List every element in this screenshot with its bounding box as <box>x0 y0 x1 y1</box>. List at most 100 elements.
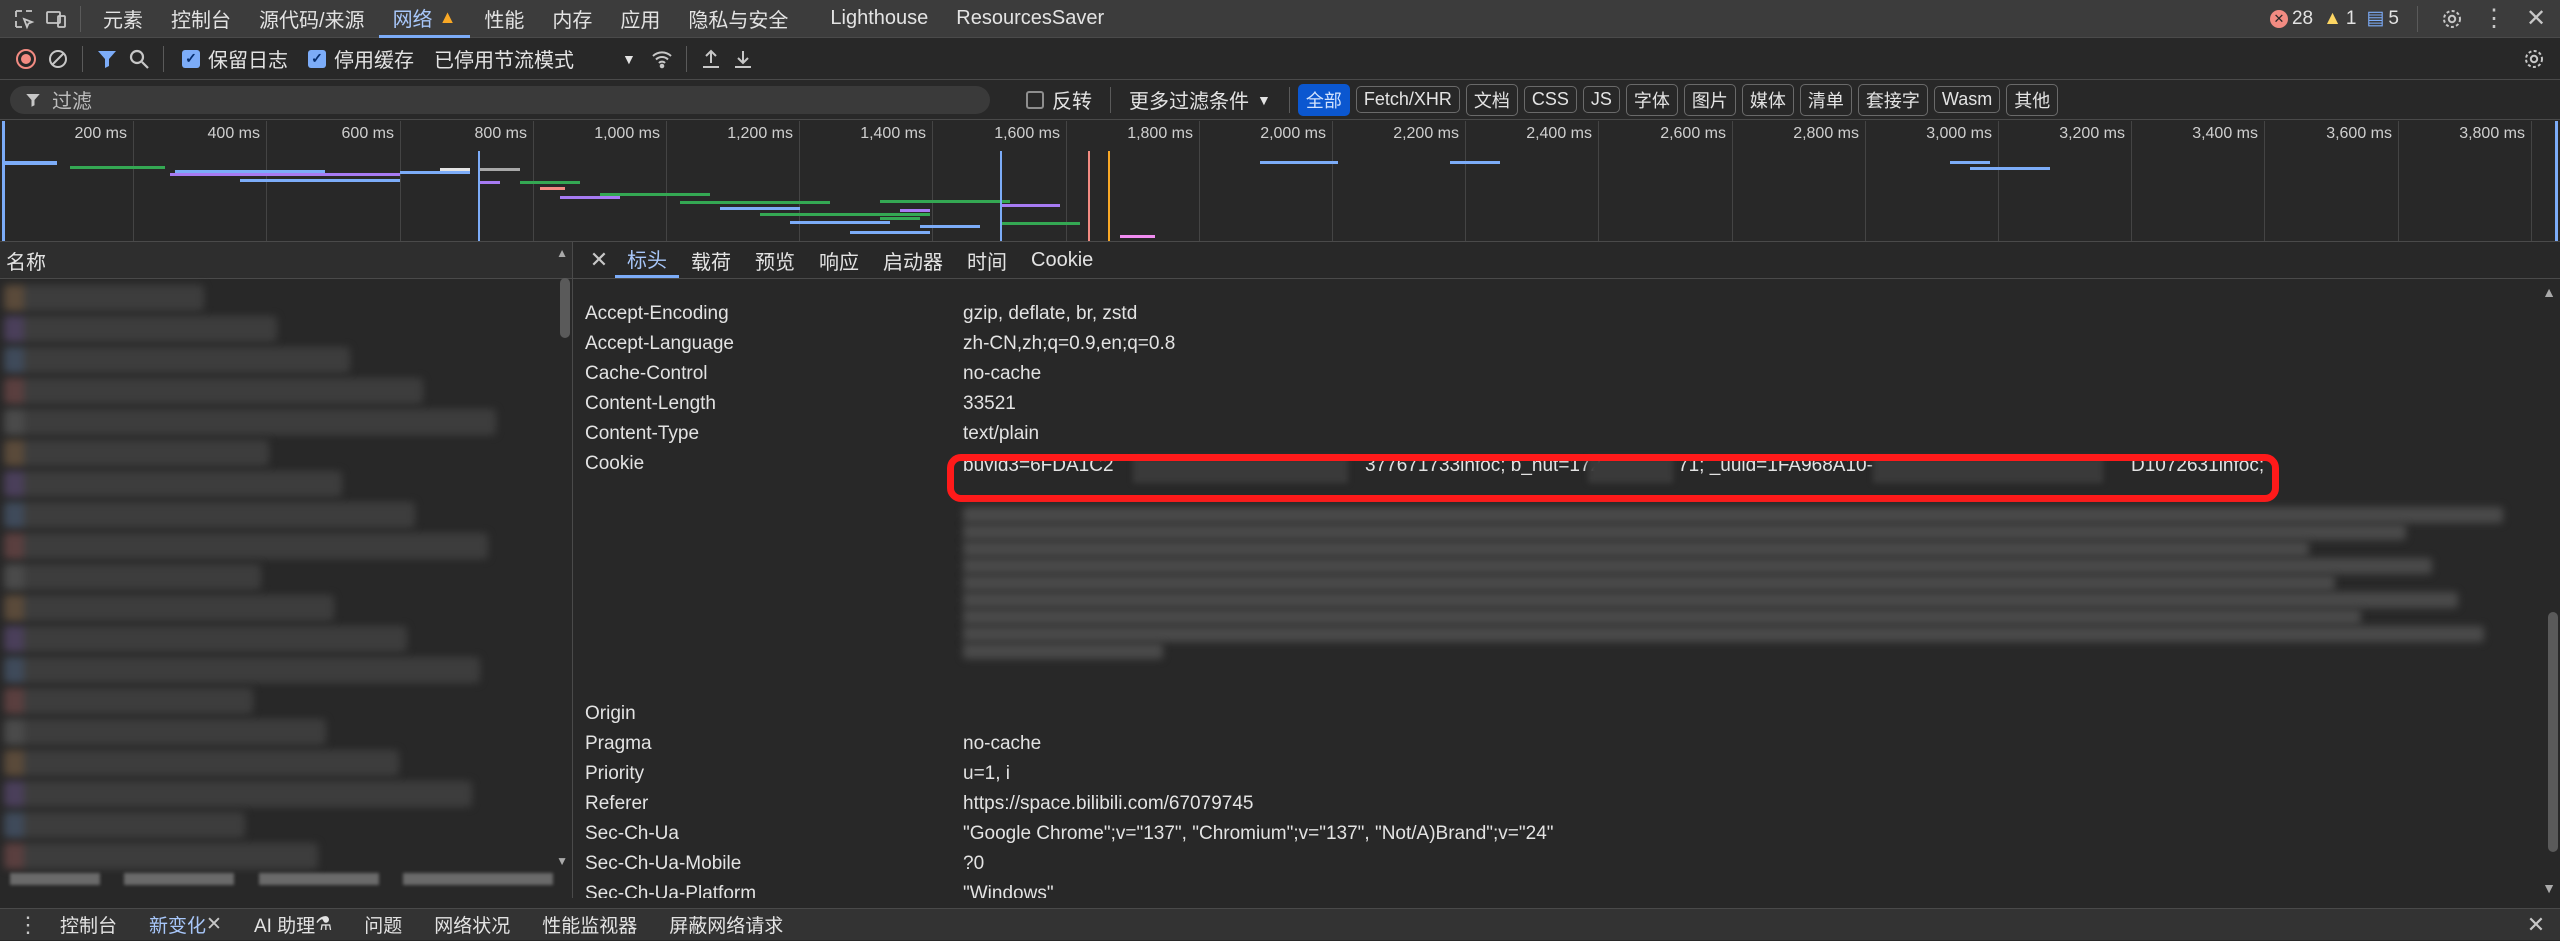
drawer-tab[interactable]: 问题 <box>348 909 418 941</box>
type-filter-chip[interactable]: 文档 <box>1465 83 1518 116</box>
close-tab-icon[interactable]: ✕ <box>206 913 222 936</box>
network-conditions-wifi-icon[interactable] <box>646 43 678 75</box>
checkbox-checked-icon: ✓ <box>308 49 326 68</box>
drawer-tab[interactable]: AI 助理 ⚗ <box>238 909 348 941</box>
request-row[interactable] <box>4 595 334 621</box>
type-filter-chip[interactable]: 其他 <box>2006 83 2059 116</box>
preserve-log-checkbox[interactable]: ✓ 保留日志 <box>182 44 288 73</box>
request-row[interactable] <box>4 843 318 869</box>
scroll-up-arrow-icon[interactable]: ▲ <box>2542 284 2556 300</box>
clear-icon[interactable] <box>42 43 74 75</box>
details-tab[interactable]: 响应 <box>807 242 871 278</box>
close-details-icon[interactable]: ✕ <box>583 244 615 276</box>
request-row[interactable] <box>4 502 415 528</box>
drawer-tab[interactable]: 新变化 ✕ <box>133 909 238 941</box>
scroll-down-arrow-icon[interactable]: ▼ <box>556 854 568 868</box>
drawer-tab[interactable]: 屏蔽网络请求 <box>653 909 799 941</box>
panel-tab[interactable]: 控制台 <box>157 0 245 38</box>
type-filter-chip[interactable]: Fetch/XHR <box>1355 86 1460 113</box>
request-row[interactable] <box>4 812 245 838</box>
panel-tab[interactable]: 隐私与安全 <box>674 0 802 38</box>
request-row[interactable] <box>4 657 480 683</box>
request-row[interactable] <box>4 750 399 776</box>
type-filter-chip[interactable]: 图片 <box>1683 83 1736 116</box>
panel-tab[interactable]: 元素 <box>89 0 157 38</box>
type-filter-chip[interactable]: JS <box>1582 86 1620 113</box>
export-har-icon[interactable] <box>727 43 759 75</box>
details-tab[interactable]: 启动器 <box>871 242 955 278</box>
filter-input[interactable]: 过滤 <box>10 85 990 114</box>
type-filter-chip[interactable]: 全部 <box>1297 83 1350 116</box>
request-row[interactable] <box>4 719 326 745</box>
disable-cache-checkbox[interactable]: ✓ 停用缓存 <box>308 44 414 73</box>
filter-funnel-icon[interactable] <box>91 43 123 75</box>
request-row[interactable] <box>4 564 261 590</box>
timeline-range-handle[interactable] <box>2 121 5 241</box>
request-list-scrollbar[interactable] <box>560 278 570 338</box>
drawer-tab[interactable]: 网络状况 <box>418 909 526 941</box>
warning-count[interactable]: ▲ 1 <box>2323 8 2356 30</box>
panel-tab[interactable]: 网络 ▲ <box>378 0 471 38</box>
details-tab[interactable]: 标头 <box>615 242 679 278</box>
status-counts[interactable]: ✕ 28 ▲ 1 ▤ 5 ⋮ ✕ <box>2269 3 2560 35</box>
details-scrollbar[interactable] <box>2548 612 2558 852</box>
request-row[interactable] <box>4 347 350 373</box>
divider <box>163 45 164 72</box>
request-row[interactable] <box>4 781 472 807</box>
close-devtools-icon[interactable]: ✕ <box>2520 3 2552 35</box>
panel-tab[interactable]: 应用 <box>606 0 674 38</box>
request-row[interactable] <box>4 533 488 559</box>
details-tab[interactable]: 时间 <box>955 242 1019 278</box>
message-count[interactable]: ▤ 5 <box>2366 7 2399 30</box>
scroll-up-arrow-icon[interactable]: ▲ <box>556 246 568 260</box>
type-filter-chip[interactable]: 清单 <box>1799 83 1852 116</box>
waterfall-bar <box>880 200 1010 203</box>
settings-gear-icon[interactable] <box>2436 3 2468 35</box>
more-filters-dropdown[interactable]: 更多过滤条件 ▼ <box>1129 85 1271 114</box>
request-row[interactable] <box>4 626 407 652</box>
select-element-icon[interactable] <box>8 3 40 35</box>
panel-tab[interactable]: 源代码/来源 <box>245 0 379 38</box>
request-row[interactable] <box>4 285 204 311</box>
cookie-line-blurred <box>963 609 2361 625</box>
throttling-select[interactable]: 已停用节流模式 ▼ <box>434 44 636 73</box>
details-tab[interactable]: 载荷 <box>679 242 743 278</box>
record-stop-icon[interactable] <box>10 43 42 75</box>
import-har-icon[interactable] <box>695 43 727 75</box>
request-row[interactable] <box>4 316 277 342</box>
type-filter-chip[interactable]: 媒体 <box>1741 83 1794 116</box>
name-column-header[interactable]: 名称 <box>0 242 572 279</box>
request-row[interactable] <box>4 688 253 714</box>
panel-tab[interactable]: ResourcesSaver <box>942 0 1118 38</box>
type-filter-chip[interactable]: Wasm <box>1933 86 2001 113</box>
header-name: Content-Length <box>585 393 716 414</box>
error-count[interactable]: ✕ 28 <box>2269 8 2313 30</box>
search-icon[interactable] <box>123 43 155 75</box>
timeline-gridline <box>666 121 667 241</box>
more-options-icon[interactable]: ⋮ <box>2478 3 2510 35</box>
request-row[interactable] <box>4 409 496 435</box>
panel-tab[interactable]: Lighthouse <box>816 0 942 38</box>
drawer-tab[interactable]: 控制台 <box>44 909 133 941</box>
request-row[interactable] <box>4 471 342 497</box>
device-toolbar-icon[interactable] <box>40 3 72 35</box>
invert-checkbox[interactable]: 反转 <box>1026 85 1092 114</box>
network-overview-timeline[interactable]: 200 ms 400 ms 600 ms 800 ms 1,000 ms 1,200 ms… <box>0 121 2560 242</box>
scroll-down-arrow-icon[interactable]: ▼ <box>2542 880 2556 896</box>
request-row[interactable] <box>4 440 269 466</box>
type-filter-chip[interactable]: 字体 <box>1625 83 1678 116</box>
panel-tab[interactable]: 内存 <box>538 0 606 38</box>
type-filter-chip[interactable]: CSS <box>1523 86 1577 113</box>
request-row[interactable] <box>4 378 423 404</box>
close-drawer-icon[interactable]: ✕ <box>2520 909 2552 941</box>
timeline-range-handle[interactable] <box>2555 121 2558 241</box>
panel-tab[interactable]: 性能 <box>470 0 538 38</box>
network-settings-gear-icon[interactable] <box>2518 43 2550 75</box>
drawer-menu-icon[interactable]: ⋮ <box>12 909 44 941</box>
timeline-gridline <box>2264 121 2265 241</box>
details-tab[interactable]: 预览 <box>743 242 807 278</box>
timeline-marker-line <box>1088 151 1090 241</box>
type-filter-chip[interactable]: 套接字 <box>1857 83 1928 116</box>
details-tab[interactable]: Cookie <box>1019 242 1105 278</box>
drawer-tab[interactable]: 性能监视器 <box>526 909 653 941</box>
